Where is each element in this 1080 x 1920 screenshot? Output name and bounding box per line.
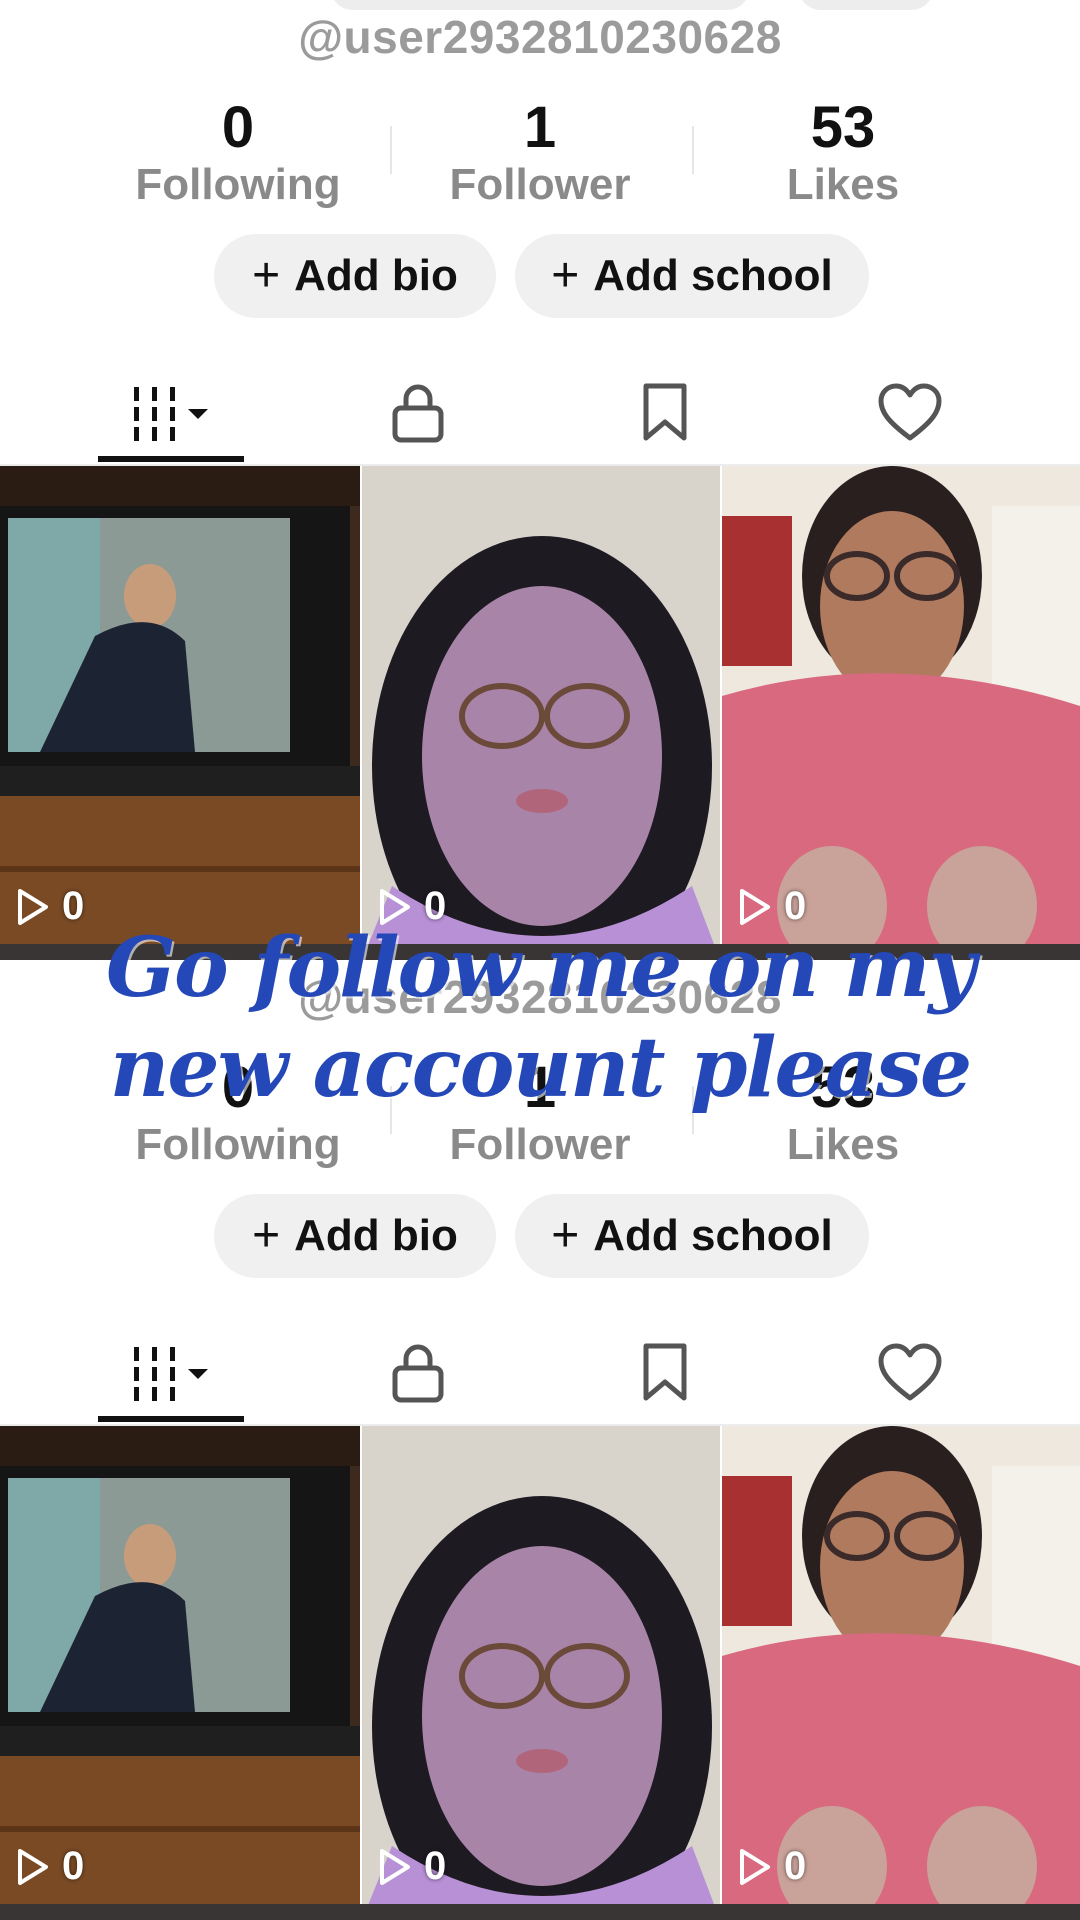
video-thumbnail[interactable]: 0 [0, 1426, 360, 1920]
tab-liked[interactable] [830, 368, 990, 458]
stat-following-value: 0 [221, 95, 255, 160]
edit-profile-button[interactable] [330, 0, 750, 10]
videos-grid-icon [134, 387, 208, 441]
heart-icon [878, 383, 942, 441]
stat-follower-label: Follower [449, 1120, 631, 1169]
play-icon [740, 1848, 770, 1885]
add-bio-label: Add bio [294, 1211, 458, 1260]
video-grid: 0 0 0 [0, 466, 1080, 960]
add-bio-label: Add bio [294, 251, 458, 300]
video-thumbnail[interactable]: 0 [0, 466, 360, 960]
share-profile-button[interactable] [798, 0, 934, 10]
overlay-caption-line-1: Go follow me on my [105, 920, 976, 1016]
tab-liked[interactable] [830, 1328, 990, 1418]
plus-icon: + [252, 249, 281, 302]
stat-likes-label: Likes [786, 1120, 900, 1169]
tab-videos[interactable] [90, 1328, 250, 1418]
view-count: 0 [738, 1844, 806, 1889]
stat-following-label: Following [135, 160, 341, 209]
video-thumbnail[interactable]: 0 [722, 466, 1080, 960]
profile-handle: @user2932810230628 [298, 11, 782, 63]
video-grid: 0 0 0 [0, 1426, 1080, 1920]
plus-icon: + [551, 249, 580, 302]
profile-screenshot-top: @user2932810230628 0 Following 1 Followe… [0, 0, 1080, 960]
overlay-caption-line-2: new account please [109, 1020, 972, 1116]
heart-icon [878, 1343, 942, 1401]
view-count: 0 [16, 1844, 84, 1889]
view-count-value: 0 [784, 1844, 807, 1888]
overlay-caption: Go follow me on my new account please [0, 918, 1080, 1118]
stat-follower-label: Follower [449, 160, 631, 209]
add-school-label: Add school [593, 1211, 833, 1260]
stat-likes-value: 53 [810, 95, 876, 160]
profile-tabs [0, 358, 1080, 466]
tab-private[interactable] [338, 368, 498, 458]
stat-following[interactable]: 0 Following [88, 96, 388, 210]
stat-follower[interactable]: 1 Follower [390, 96, 690, 210]
view-count: 0 [378, 1844, 446, 1889]
add-school-button[interactable]: + Add school [515, 1194, 869, 1278]
plus-icon: + [252, 1209, 281, 1262]
videos-grid-icon [134, 1347, 208, 1401]
tab-saved[interactable] [585, 1328, 745, 1418]
video-thumbnail[interactable]: 0 [362, 466, 720, 960]
tab-saved[interactable] [585, 368, 745, 458]
add-bio-button[interactable]: + Add bio [214, 1194, 496, 1278]
stat-likes-label: Likes [786, 160, 900, 209]
tab-videos[interactable] [90, 368, 250, 458]
profile-tabs [0, 1318, 1080, 1426]
video-thumbnail[interactable]: 0 [362, 1426, 720, 1920]
add-school-label: Add school [593, 251, 833, 300]
stat-follower-value: 1 [523, 95, 557, 160]
add-school-button[interactable]: + Add school [515, 234, 869, 318]
bookmark-icon [643, 1343, 687, 1401]
stat-likes[interactable]: 53 Likes [693, 96, 993, 210]
tab-private[interactable] [338, 1328, 498, 1418]
lock-icon [392, 1344, 444, 1403]
active-tab-indicator [98, 456, 244, 462]
view-count-value: 0 [424, 1844, 447, 1888]
active-tab-indicator [98, 1416, 244, 1422]
plus-icon: + [551, 1209, 580, 1262]
lock-icon [392, 384, 444, 443]
video-thumbnail[interactable]: 0 [722, 1426, 1080, 1920]
stat-following-label: Following [135, 1120, 341, 1169]
add-bio-button[interactable]: + Add bio [214, 234, 496, 318]
next-row-edge [0, 1904, 1080, 1920]
view-count-value: 0 [62, 1844, 85, 1888]
bookmark-icon [643, 383, 687, 441]
play-icon [380, 1848, 410, 1885]
play-icon [18, 1848, 48, 1885]
